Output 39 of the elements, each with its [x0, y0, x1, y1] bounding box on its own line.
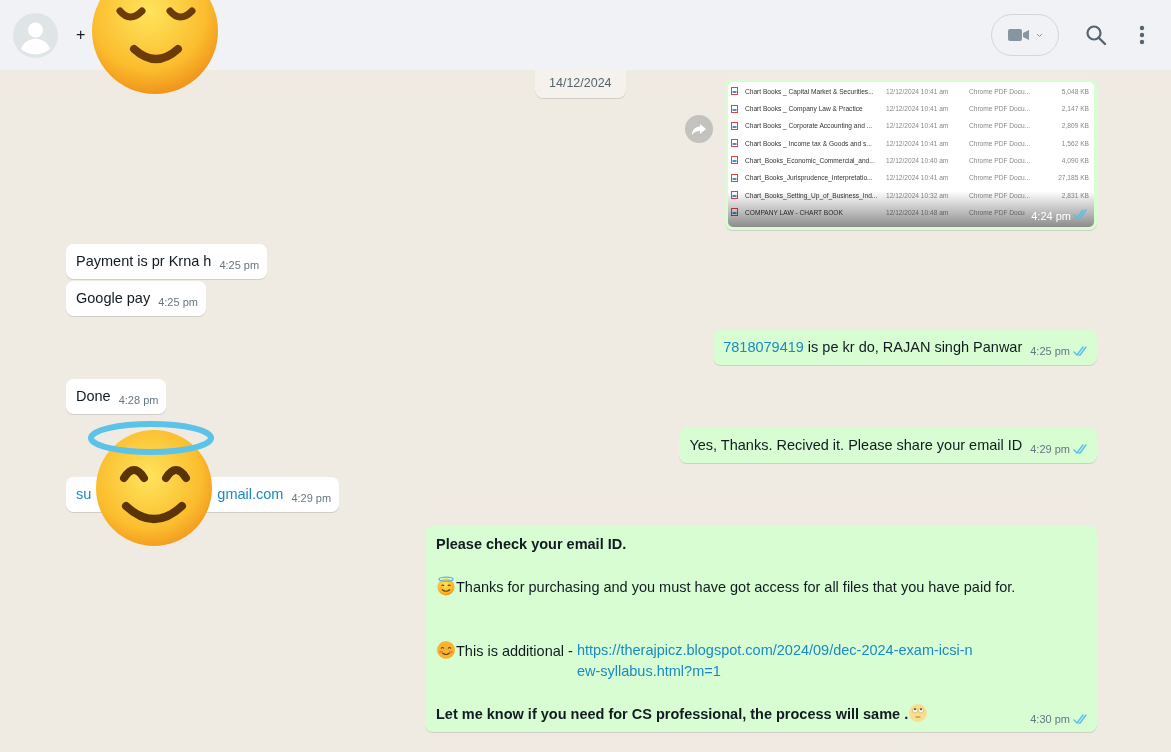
- message-time: 4:25 pm: [158, 295, 198, 310]
- pdf-file-icon: [731, 121, 738, 130]
- video-camera-icon: [1007, 28, 1030, 42]
- contact-name: +: [76, 26, 87, 44]
- menu-icon: [1139, 25, 1145, 45]
- message-time: 4:24 pm: [1031, 210, 1071, 222]
- message-time: 4:28 pm: [118, 393, 159, 408]
- video-call-button[interactable]: [991, 14, 1059, 56]
- pdf-file-icon: [731, 87, 738, 96]
- phone-link[interactable]: 7818079419: [723, 339, 804, 355]
- smiling-face-icon: [436, 640, 456, 660]
- message-time: 4:29 pm: [1030, 442, 1070, 457]
- message-time: 4:25 pm: [219, 258, 260, 273]
- message-time: 4:30 pm: [1030, 712, 1070, 727]
- pdf-file-icon: [731, 139, 738, 148]
- email-link[interactable]: gmail.com: [217, 486, 284, 502]
- message-text: Please check your email ID.: [436, 535, 628, 554]
- message-text: 7818079419 is pe kr do, RAJAN singh Panwar: [723, 338, 1023, 357]
- pdf-file-icon: [731, 208, 738, 217]
- message-text: Let me know if you need for CS professional, the process will same .: [436, 703, 1023, 725]
- search-icon: [1085, 24, 1107, 46]
- message-text: Payment is pr Krna h: [76, 252, 212, 271]
- pdf-file-icon: [731, 156, 738, 165]
- pdf-file-icon: [731, 191, 738, 200]
- pdf-file-icon: [731, 104, 738, 113]
- message-time: 4:29 pm: [291, 491, 332, 506]
- message-text: Thanks for purchasing and you must have got access for all files that you have paid for.: [436, 576, 1023, 598]
- pdf-file-icon: [731, 173, 738, 182]
- date-chip: 14/12/2024: [535, 70, 626, 98]
- message-text: This is additional - https://therajpicz.blogspot.com/2024/09/dec-2024-exam-icsi-new-syllabus.html?m=1: [436, 640, 1023, 682]
- message-text: Yes, Thanks. Recived it. Please share your email ID: [689, 436, 1023, 455]
- rolling-eyes-icon: [908, 703, 929, 723]
- web-link[interactable]: https://therajpicz.blogspot.com/2024/09/dec-2024-exam-icsi-new-syllabus.html?m=1: [576, 640, 977, 682]
- caret-icon: [1035, 32, 1043, 38]
- message-time: 4:25 pm: [1030, 344, 1070, 359]
- message-text: Google pay: [76, 289, 151, 308]
- smiling-halo-icon: [436, 576, 456, 596]
- email-link[interactable]: su: [76, 486, 92, 502]
- message-text: Done: [76, 387, 111, 406]
